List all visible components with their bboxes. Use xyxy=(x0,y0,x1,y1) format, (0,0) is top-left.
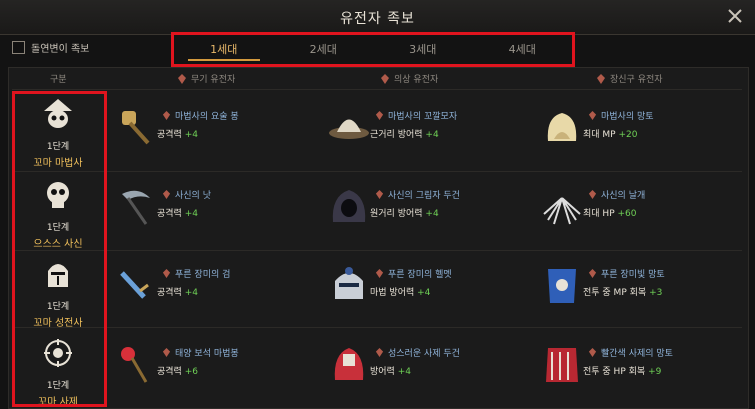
gene-item[interactable]: 사신의 날개 최대 HP +60 xyxy=(540,174,745,242)
row-divider xyxy=(12,327,742,328)
sun-staff-icon xyxy=(121,347,148,383)
wings-icon xyxy=(543,197,581,225)
item-name: 푸른 장미빛 망토 xyxy=(588,267,665,280)
row-divider xyxy=(12,171,742,172)
header-weapon: 무기 유전자 xyxy=(177,72,235,85)
item-stat: 전투 중 MP 회복 +3 xyxy=(583,288,663,298)
mutant-label: 돌연변이 족보 xyxy=(31,44,90,55)
item-name: 마법사의 요술 봉 xyxy=(162,109,239,122)
gene-icon xyxy=(375,190,384,199)
gene-icon xyxy=(597,73,605,84)
gene-item[interactable]: 사신의 낫 공격력 +4 xyxy=(114,174,319,242)
tab-gen-1[interactable]: 1세대 xyxy=(174,35,274,64)
gene-icon xyxy=(375,111,384,120)
item-stat: 공격력 +6 xyxy=(157,367,198,377)
priest-hood-icon xyxy=(334,348,364,380)
gene-item[interactable]: 성스러운 사제 두건 방어력 +4 xyxy=(327,332,532,400)
gene-icon xyxy=(178,73,186,84)
header-accessory: 장신구 유전자 xyxy=(596,72,663,85)
gene-icon xyxy=(588,190,597,199)
gene-item[interactable]: 마법사의 망토 최대 MP +20 xyxy=(540,95,745,163)
item-name: 푸른 장미의 헬멧 xyxy=(375,267,452,280)
gene-item[interactable]: 마법사의 꼬깔모자 근거리 방어력 +4 xyxy=(327,95,532,163)
item-stat: 마법 방어력 +4 xyxy=(370,288,431,298)
gene-icon xyxy=(375,269,384,278)
helmet-icon xyxy=(335,267,363,299)
close-icon[interactable] xyxy=(725,6,745,26)
scythe-icon xyxy=(122,190,150,225)
tab-gen-3[interactable]: 3세대 xyxy=(373,35,473,64)
gene-item[interactable]: 마법사의 요술 봉 공격력 +4 xyxy=(114,95,319,163)
tab-gen-4[interactable]: 4세대 xyxy=(473,35,573,64)
item-name: 성스러운 사제 두건 xyxy=(375,346,460,359)
item-stat: 전투 중 HP 회복 +9 xyxy=(583,367,662,377)
banner-cape-icon xyxy=(548,269,576,303)
header-weapon-label: 무기 유전자 xyxy=(191,75,236,85)
gene-icon xyxy=(162,269,171,278)
header-armor: 의상 유전자 xyxy=(380,72,438,85)
item-stat: 공격력 +4 xyxy=(157,288,198,298)
gene-item[interactable]: 푸른 장미빛 망토 전투 중 MP 회복 +3 xyxy=(540,253,745,321)
gene-item[interactable]: 태양 보석 마법봉 공격력 +6 xyxy=(114,332,319,400)
item-stat: 최대 HP +60 xyxy=(583,209,637,219)
item-name: 사신의 날개 xyxy=(588,188,645,201)
header-armor-label: 의상 유전자 xyxy=(394,75,439,85)
row-divider xyxy=(12,250,742,251)
header-accessory-label: 장신구 유전자 xyxy=(610,75,663,85)
item-name: 사신의 낫 xyxy=(162,188,211,201)
mutant-checkbox[interactable] xyxy=(12,41,25,54)
mutant-filter[interactable]: 돌연변이 족보 xyxy=(12,40,89,55)
window-title: 유전자 족보 xyxy=(340,11,415,27)
gene-item[interactable]: 사신의 그림자 두건 원거리 방어력 +4 xyxy=(327,174,532,242)
gene-item[interactable]: 푸른 장미의 헬멧 마법 방어력 +4 xyxy=(327,253,532,321)
gene-item[interactable]: 빨간색 사제의 망토 전투 중 HP 회복 +9 xyxy=(540,332,745,400)
gene-icon xyxy=(588,269,597,278)
item-name: 마법사의 꼬깔모자 xyxy=(375,109,457,122)
hood-icon xyxy=(332,190,366,222)
item-stat: 공격력 +4 xyxy=(157,130,198,140)
item-name: 마법사의 망토 xyxy=(588,109,654,122)
gene-icon xyxy=(588,111,597,120)
item-name: 빨간색 사제의 망토 xyxy=(588,346,673,359)
header-category-label: 구분 xyxy=(50,75,67,85)
wizard-hat-icon xyxy=(329,119,369,139)
row-divider xyxy=(12,89,742,90)
item-name: 푸른 장미의 검 xyxy=(162,267,230,280)
gene-icon xyxy=(588,348,597,357)
cloak-icon xyxy=(547,113,577,141)
wand-icon xyxy=(122,111,150,145)
title-bar: 유전자 족보 xyxy=(0,0,755,35)
sword-icon xyxy=(120,271,149,299)
gene-icon xyxy=(162,348,171,357)
item-stat: 원거리 방어력 +4 xyxy=(370,209,439,219)
header-category: 구분 xyxy=(50,72,67,85)
generation-tabs: 1세대 2세대 3세대 4세대 xyxy=(171,32,575,67)
category-highlight xyxy=(12,91,107,407)
item-name: 태양 보석 마법봉 xyxy=(162,346,239,359)
item-stat: 최대 MP +20 xyxy=(583,130,638,140)
gene-icon xyxy=(375,348,384,357)
gene-icon xyxy=(162,111,171,120)
item-name: 사신의 그림자 두건 xyxy=(375,188,460,201)
gene-icon xyxy=(381,73,389,84)
item-stat: 근거리 방어력 +4 xyxy=(370,130,439,140)
red-cape-icon xyxy=(546,348,578,382)
gene-item[interactable]: 푸른 장미의 검 공격력 +4 xyxy=(114,253,319,321)
gene-icon xyxy=(162,190,171,199)
item-stat: 공격력 +4 xyxy=(157,209,198,219)
tab-gen-2[interactable]: 2세대 xyxy=(274,35,374,64)
item-stat: 방어력 +4 xyxy=(370,367,411,377)
